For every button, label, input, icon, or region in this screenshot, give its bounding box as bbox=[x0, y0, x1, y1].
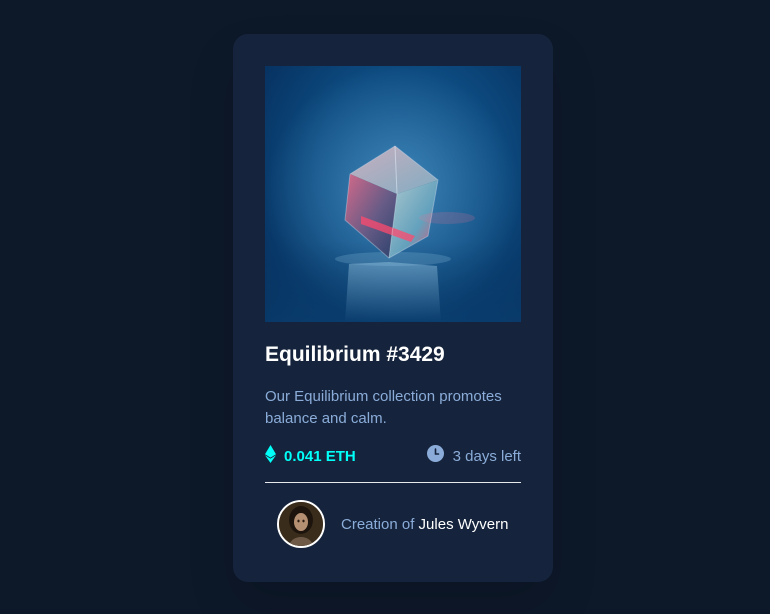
nft-card: Equilibrium #3429 Our Equilibrium collec… bbox=[233, 34, 553, 582]
nft-description: Our Equilibrium collection promotes bala… bbox=[265, 388, 502, 427]
nft-image[interactable] bbox=[265, 66, 521, 322]
time-left-value: 3 days left bbox=[452, 447, 521, 465]
creator-name-link[interactable]: Jules Wyvern bbox=[419, 516, 509, 533]
creator-avatar bbox=[277, 500, 325, 548]
price-value: 0.041 ETH bbox=[284, 447, 356, 465]
nft-title[interactable]: Equilibrium #3429 bbox=[265, 344, 521, 366]
price-block: 0.041 ETH bbox=[265, 444, 356, 468]
clock-icon bbox=[426, 445, 444, 467]
equilibrium-cube-artwork bbox=[265, 66, 521, 322]
divider bbox=[265, 482, 521, 483]
creator-text: Creation of Jules Wyvern bbox=[341, 516, 508, 533]
creator-row: Creation of Jules Wyvern bbox=[277, 499, 521, 549]
creator-prefix: Creation of bbox=[341, 515, 415, 533]
nft-meta-row: 0.041 ETH 3 days left bbox=[265, 444, 521, 468]
ethereum-icon bbox=[265, 444, 276, 468]
time-left-block: 3 days left bbox=[426, 445, 521, 467]
